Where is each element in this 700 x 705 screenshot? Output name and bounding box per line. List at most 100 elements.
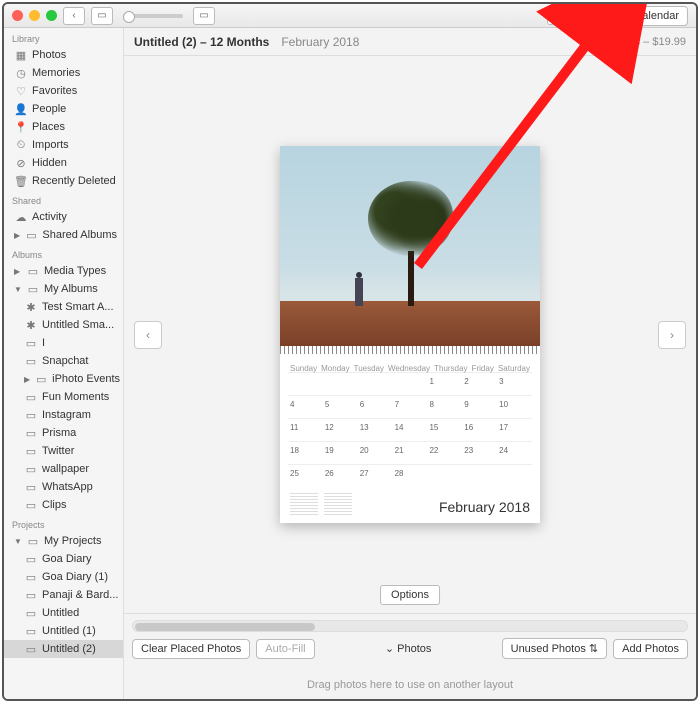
thumb-size-max-icon[interactable]: ▭	[193, 7, 215, 25]
add-photos-button[interactable]: Add Photos	[613, 639, 688, 659]
person-icon: 👤	[14, 102, 28, 116]
prev-page-button[interactable]: ‹	[134, 321, 162, 349]
zoom-icon[interactable]	[46, 10, 57, 21]
drag-hint: Drag photos here to use on another layou…	[132, 665, 688, 693]
clear-placed-button[interactable]: Clear Placed Photos	[132, 639, 250, 659]
label: My Albums	[44, 283, 98, 295]
sidebar-item-imports[interactable]: ⏲ Imports	[4, 136, 123, 154]
sidebar-item-project[interactable]: ▭Goa Diary (1)	[4, 568, 123, 586]
album-icon: ▭	[24, 444, 38, 458]
photos-icon: ▦	[14, 48, 28, 62]
sidebar-item-memories[interactable]: ◷Memories	[4, 64, 123, 82]
label: Untitled Sma...	[42, 319, 114, 331]
sidebar-item-project[interactable]: ▭ Panaji & Bard...	[4, 586, 123, 604]
zoom-slider[interactable]	[123, 14, 183, 18]
options-button[interactable]: Options	[380, 585, 440, 605]
label: Test Smart A...	[42, 301, 114, 313]
view-toggle-1[interactable]: ▥	[547, 7, 569, 25]
content-header: Untitled (2) – 12 Months February 2018 1…	[124, 28, 696, 56]
album-icon: ▭	[24, 462, 38, 476]
sidebar-item-project[interactable]: ▭Goa Diary	[4, 550, 123, 568]
calendar-photo	[280, 146, 540, 346]
chevron-down-icon: ▼	[14, 537, 22, 546]
label: Recently Deleted	[32, 175, 116, 187]
calendar-preview[interactable]: SundayMondayTuesdayWednesdayThursdayFrid…	[280, 146, 540, 523]
label: Panaji & Bard...	[42, 589, 118, 601]
view-toggle-2[interactable]: ▤	[575, 7, 597, 25]
chevron-down-icon: ▼	[14, 285, 22, 294]
section-projects: Projects	[4, 514, 123, 532]
label: Imports	[32, 139, 69, 151]
sidebar-item-favorites[interactable]: ♡Favorites	[4, 82, 123, 100]
project-title: Untitled (2) – 12 Months	[134, 35, 269, 49]
sidebar-item-recently-deleted[interactable]: 🗑Recently Deleted	[4, 172, 123, 190]
sidebar-item-album[interactable]: ▭ Fun Moments	[4, 388, 123, 406]
chevron-right-icon: ▶	[14, 231, 20, 240]
sidebar-item-album[interactable]: ▭Snapchat	[4, 352, 123, 370]
sidebar-item-project[interactable]: ▭Untitled	[4, 604, 123, 622]
sidebar-item-places[interactable]: 📍 Places	[4, 118, 123, 136]
auto-fill-button[interactable]: Auto-Fill	[256, 639, 314, 659]
label: Goa Diary (1)	[42, 571, 108, 583]
sidebar-item-my-projects[interactable]: ▼▭My Projects	[4, 532, 123, 550]
project-icon: ▭	[24, 588, 38, 602]
sidebar-item-album[interactable]: ▭Prisma	[4, 424, 123, 442]
cloud-icon: ☁	[14, 210, 28, 224]
heart-icon: ♡	[14, 84, 28, 98]
sidebar-item-project[interactable]: ▭Untitled (1)	[4, 622, 123, 640]
sidebar-item-shared-albums[interactable]: ▶▭Shared Albums	[4, 226, 123, 244]
sidebar-item-iphoto-events[interactable]: ▶▭iPhoto Events	[4, 370, 123, 388]
sidebar-item-hidden[interactable]: ⊘Hidden	[4, 154, 123, 172]
label: Snapchat	[42, 355, 88, 367]
folder-icon: ▭	[26, 264, 40, 278]
photos-tray-toggle[interactable]: Photos	[321, 642, 496, 655]
label: I	[42, 337, 45, 349]
pin-icon: 📍	[14, 120, 28, 134]
sidebar-item-album[interactable]: ✱ Untitled Sma...	[4, 316, 123, 334]
sidebar-item-activity[interactable]: ☁Activity	[4, 208, 123, 226]
sidebar-item-media-types[interactable]: ▶▭Media Types	[4, 262, 123, 280]
album-icon: ▭	[24, 390, 38, 404]
chevron-right-icon: ▶	[24, 375, 30, 384]
sidebar: Library ▦Photos ◷Memories ♡Favorites 👤Pe…	[4, 28, 124, 699]
clock-icon: ⏲	[14, 138, 28, 152]
folder-icon: ▭	[26, 282, 40, 296]
sidebar-item-my-albums[interactable]: ▼ ▭ My Albums	[4, 280, 123, 298]
label: Goa Diary	[42, 553, 92, 565]
minimize-icon[interactable]	[29, 10, 40, 21]
label: Places	[32, 121, 65, 133]
project-icon: ▭	[24, 606, 38, 620]
window-controls	[12, 10, 57, 21]
label: Twitter	[42, 445, 74, 457]
sidebar-item-album[interactable]: ✱ Test Smart A...	[4, 298, 123, 316]
unused-photos-select[interactable]: Unused Photos ⇅	[502, 638, 608, 659]
thumb-size-min-icon[interactable]: ▭	[91, 7, 113, 25]
buy-calendar-button[interactable]: Buy Calendar	[603, 6, 688, 26]
back-button[interactable]: ‹	[63, 7, 85, 25]
sidebar-item-album[interactable]: ▭I	[4, 334, 123, 352]
project-icon: ▭	[24, 624, 38, 638]
sidebar-item-people[interactable]: 👤People	[4, 100, 123, 118]
sidebar-item-album[interactable]: ▭ Clips	[4, 496, 123, 514]
month-label: February 2018	[439, 499, 530, 515]
page-scrollbar[interactable]	[132, 620, 688, 632]
close-icon[interactable]	[12, 10, 23, 21]
titlebar: ‹ ▭ ▭ ▥ ▤ Buy Calendar	[4, 4, 696, 28]
spiral-binding	[280, 346, 540, 354]
smart-album-icon: ✱	[24, 318, 38, 332]
sidebar-item-album[interactable]: ▭WhatsApp	[4, 478, 123, 496]
sidebar-item-album[interactable]: ▭ Twitter	[4, 442, 123, 460]
sidebar-item-photos[interactable]: ▦Photos	[4, 46, 123, 64]
folder-icon: ▭	[34, 372, 48, 386]
section-albums: Albums	[4, 244, 123, 262]
album-icon: ▭	[24, 498, 38, 512]
album-icon: ▭	[24, 336, 38, 350]
sidebar-item-project-selected[interactable]: ▭Untitled (2)	[4, 640, 123, 658]
sidebar-item-album[interactable]: ▭wallpaper	[4, 460, 123, 478]
label: Fun Moments	[42, 391, 109, 403]
sidebar-item-album[interactable]: ▭Instagram	[4, 406, 123, 424]
eye-off-icon: ⊘	[14, 156, 28, 170]
next-page-button[interactable]: ›	[658, 321, 686, 349]
label: Clips	[42, 499, 66, 511]
smart-album-icon: ✱	[24, 300, 38, 314]
